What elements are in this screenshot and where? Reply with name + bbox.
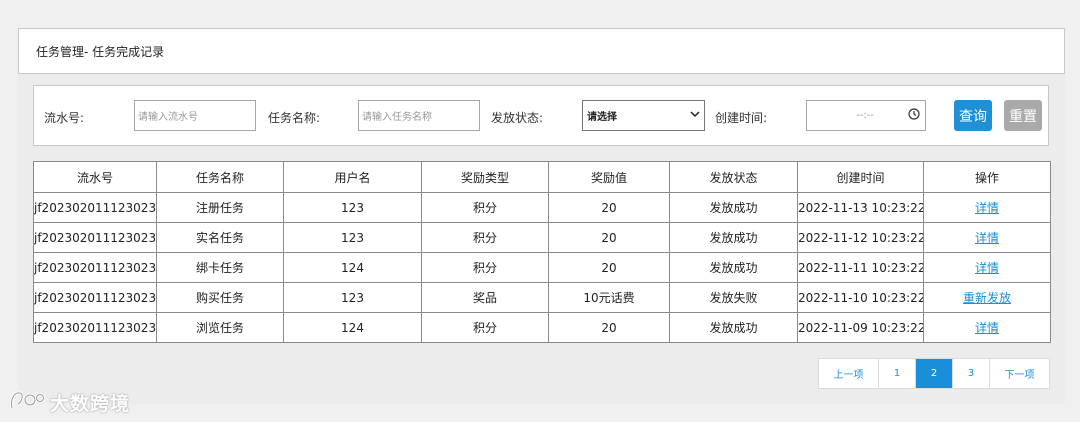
table-row: jf202302011123023 浏览任务 124 积分 20 发放成功 20… bbox=[33, 312, 1051, 343]
column-header: 用户名 bbox=[283, 161, 422, 193]
action-cell: 详情 bbox=[923, 252, 1051, 283]
status-cell: 发放成功 bbox=[669, 312, 798, 343]
reward-type-cell: 积分 bbox=[421, 252, 549, 283]
task-name-cell: 绑卡任务 bbox=[156, 252, 284, 283]
action-cell: 详情 bbox=[923, 312, 1051, 343]
serial-cell: jf202302011123023 bbox=[33, 222, 157, 253]
query-button[interactable]: 查询 bbox=[954, 100, 992, 131]
pagination: 上一项 1 2 3 下一项 bbox=[818, 358, 1050, 389]
created-time-label: 创建时间: bbox=[715, 111, 768, 125]
column-header: 流水号 bbox=[33, 161, 157, 193]
column-header: 奖励值 bbox=[548, 161, 670, 193]
action-cell: 详情 bbox=[923, 222, 1051, 253]
detail-link[interactable]: 详情 bbox=[975, 201, 999, 215]
watermark: 大数跨境 bbox=[8, 388, 130, 417]
records-table: 流水号 任务名称 用户名 奖励类型 奖励值 发放状态 创建时间 操作 jf202… bbox=[33, 161, 1051, 343]
created-time-cell: 2022-11-12 10:23:22 bbox=[797, 222, 924, 253]
username-cell: 123 bbox=[283, 222, 422, 253]
chevron-down-icon bbox=[690, 110, 700, 121]
serial-cell: jf202302011123023 bbox=[33, 282, 157, 313]
status-label: 发放状态: bbox=[491, 111, 544, 125]
pagination-page-3[interactable]: 3 bbox=[953, 359, 990, 388]
status-cell: 发放成功 bbox=[669, 222, 798, 253]
detail-link[interactable]: 详情 bbox=[975, 261, 999, 275]
table-row: jf202302011123023 实名任务 123 积分 20 发放成功 20… bbox=[33, 222, 1051, 253]
username-cell: 123 bbox=[283, 282, 422, 313]
status-select[interactable]: 请选择 bbox=[582, 100, 705, 131]
reissue-link[interactable]: 重新发放 bbox=[963, 291, 1011, 305]
table-row: jf202302011123023 注册任务 123 积分 20 发放成功 20… bbox=[33, 192, 1051, 223]
watermark-text: 大数跨境 bbox=[50, 393, 131, 415]
reward-type-cell: 奖品 bbox=[421, 282, 549, 313]
reward-value-cell: 20 bbox=[548, 192, 670, 223]
pagination-page-1[interactable]: 1 bbox=[879, 359, 916, 388]
created-time-cell: 2022-11-09 10:23:22 bbox=[797, 312, 924, 343]
status-cell: 发放成功 bbox=[669, 192, 798, 223]
created-time-cell: 2022-11-11 10:23:22 bbox=[797, 252, 924, 283]
filter-bar: 流水号: 请输入流水号 任务名称: 请输入任务名称 发放状态: 请选择 创建时间… bbox=[33, 85, 1049, 146]
reward-type-cell: 积分 bbox=[421, 192, 549, 223]
column-header: 发放状态 bbox=[669, 161, 798, 193]
task-name-cell: 实名任务 bbox=[156, 222, 284, 253]
serial-placeholder: 请输入流水号 bbox=[138, 112, 198, 123]
clock-icon[interactable] bbox=[908, 108, 920, 123]
status-selected: 请选择 bbox=[587, 112, 617, 123]
task-name-input[interactable]: 请输入任务名称 bbox=[358, 100, 480, 131]
username-cell: 124 bbox=[283, 252, 422, 283]
content-panel: 流水号: 请输入流水号 任务名称: 请输入任务名称 发放状态: 请选择 创建时间… bbox=[18, 74, 1065, 404]
serial-cell: jf202302011123023 bbox=[33, 312, 157, 343]
pagination-prev[interactable]: 上一项 bbox=[819, 359, 879, 388]
serial-input[interactable]: 请输入流水号 bbox=[134, 100, 256, 131]
pagination-page-2[interactable]: 2 bbox=[916, 359, 953, 388]
column-header: 奖励类型 bbox=[421, 161, 549, 193]
column-header: 任务名称 bbox=[156, 161, 284, 193]
page-title-bar: 任务管理- 任务完成记录 bbox=[18, 28, 1065, 74]
brand-logo-icon bbox=[8, 388, 50, 417]
reward-type-cell: 积分 bbox=[421, 222, 549, 253]
action-cell: 详情 bbox=[923, 192, 1051, 223]
task-name-cell: 购买任务 bbox=[156, 282, 284, 313]
reward-value-cell: 20 bbox=[548, 312, 670, 343]
username-cell: 124 bbox=[283, 312, 422, 343]
status-cell: 发放失败 bbox=[669, 282, 798, 313]
created-time-cell: 2022-11-10 10:23:22 bbox=[797, 282, 924, 313]
reward-value-cell: 20 bbox=[548, 252, 670, 283]
created-time-cell: 2022-11-13 10:23:22 bbox=[797, 192, 924, 223]
page: 任务管理- 任务完成记录 流水号: 请输入流水号 任务名称: 请输入任务名称 发… bbox=[0, 0, 1080, 422]
task-name-cell: 注册任务 bbox=[156, 192, 284, 223]
page-title: 任务管理- 任务完成记录 bbox=[36, 44, 165, 59]
reward-value-cell: 20 bbox=[548, 222, 670, 253]
table-header-row: 流水号 任务名称 用户名 奖励类型 奖励值 发放状态 创建时间 操作 bbox=[33, 161, 1051, 193]
username-cell: 123 bbox=[283, 192, 422, 223]
serial-cell: jf202302011123023 bbox=[33, 192, 157, 223]
records-table-wrap: 流水号 任务名称 用户名 奖励类型 奖励值 发放状态 创建时间 操作 jf202… bbox=[33, 161, 1051, 343]
detail-link[interactable]: 详情 bbox=[975, 231, 999, 245]
action-cell: 重新发放 bbox=[923, 282, 1051, 313]
column-header: 创建时间 bbox=[797, 161, 924, 193]
pagination-next[interactable]: 下一项 bbox=[990, 359, 1049, 388]
reset-button[interactable]: 重置 bbox=[1004, 100, 1042, 131]
serial-cell: jf202302011123023 bbox=[33, 252, 157, 283]
task-name-label: 任务名称: bbox=[268, 111, 321, 125]
status-cell: 发放成功 bbox=[669, 252, 798, 283]
serial-label: 流水号: bbox=[44, 111, 85, 125]
table-row: jf202302011123023 购买任务 123 奖品 10元话费 发放失败… bbox=[33, 282, 1051, 313]
reward-type-cell: 积分 bbox=[421, 312, 549, 343]
column-header: 操作 bbox=[923, 161, 1051, 193]
created-time-input[interactable]: --:-- bbox=[806, 100, 926, 131]
task-name-placeholder: 请输入任务名称 bbox=[362, 112, 432, 123]
task-name-cell: 浏览任务 bbox=[156, 312, 284, 343]
detail-link[interactable]: 详情 bbox=[975, 321, 999, 335]
created-time-placeholder: --:-- bbox=[856, 110, 874, 121]
reward-value-cell: 10元话费 bbox=[548, 282, 670, 313]
table-row: jf202302011123023 绑卡任务 124 积分 20 发放成功 20… bbox=[33, 252, 1051, 283]
